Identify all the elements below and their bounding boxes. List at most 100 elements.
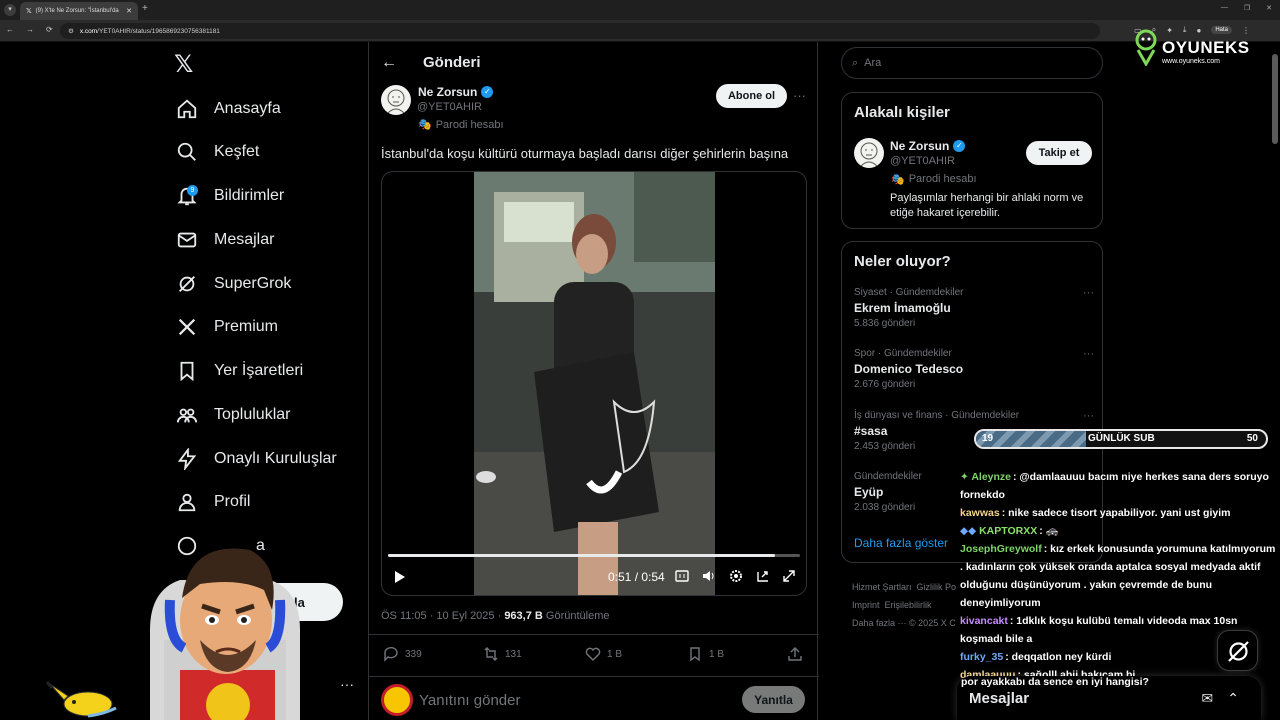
repost-action[interactable]: 131 bbox=[483, 646, 522, 662]
nav-item-bookmarks[interactable]: Yer İşaretleri bbox=[176, 357, 303, 385]
reply-count: 339 bbox=[405, 648, 422, 660]
show-more-link[interactable]: Daha fazla göster bbox=[854, 536, 948, 550]
post-timestamp[interactable]: ÖS 11:05 · 10 Eyl 2025 · bbox=[381, 610, 504, 622]
post-actions: 339 131 1 B 1 B bbox=[383, 646, 803, 666]
new-message-icon[interactable]: ✉ bbox=[1202, 690, 1214, 707]
footer-copyright: © 2025 X C bbox=[909, 618, 956, 628]
bookmark-action[interactable]: 1 B bbox=[687, 646, 724, 662]
follow-button[interactable]: Takip et bbox=[1026, 141, 1092, 165]
search-icon: ⌕ bbox=[852, 56, 859, 69]
video-player[interactable]: 0:51 / 0:54 bbox=[381, 171, 807, 596]
related-name[interactable]: Ne Zorsun ✓ bbox=[890, 139, 966, 153]
tab-close-icon[interactable]: ✕ bbox=[126, 7, 132, 15]
nav-label: Bildirimler bbox=[214, 187, 285, 204]
new-tab-button[interactable]: + bbox=[142, 3, 148, 14]
subscribe-button[interactable]: Abone ol bbox=[716, 84, 787, 108]
nav-item-premium[interactable]: Premium bbox=[176, 313, 278, 341]
nav-item-explore[interactable]: Keşfet bbox=[176, 138, 259, 166]
reply-action[interactable]: 339 bbox=[383, 646, 422, 662]
trend-count: 2.676 gönderi bbox=[854, 379, 916, 390]
captions-icon[interactable] bbox=[675, 569, 689, 583]
nav-item-notifications[interactable]: 9 Bildirimler bbox=[176, 182, 284, 210]
back-arrow-icon[interactable]: ← bbox=[381, 54, 397, 72]
nav-item-profile[interactable]: Profil bbox=[176, 488, 250, 516]
share-action[interactable] bbox=[787, 646, 803, 662]
maximize-button[interactable]: ❐ bbox=[1244, 4, 1250, 12]
expand-drawer-icon[interactable]: ⌃ bbox=[1227, 690, 1239, 707]
video-progress-fill bbox=[388, 554, 776, 557]
author-handle[interactable]: @YET0AHIR bbox=[417, 101, 482, 113]
trend-item[interactable]: Spor · Gündemdekiler Domenico Tedesco 2.… bbox=[854, 348, 1094, 390]
chat-user: JosephGreywolf bbox=[960, 543, 1042, 555]
post-more-icon[interactable]: ··· bbox=[793, 88, 806, 103]
footer-link[interactable]: Erişilebilirlik bbox=[885, 600, 932, 610]
trend-more-icon[interactable]: ··· bbox=[1083, 348, 1094, 360]
footer-link[interactable]: Hizmet Şartları bbox=[852, 582, 912, 592]
forward-button[interactable]: → bbox=[26, 25, 34, 34]
chat-overflow-text: por ayakkabı da sence en iyi hangisi? bbox=[961, 676, 1149, 688]
minimize-button[interactable]: — bbox=[1221, 4, 1228, 12]
notification-badge: 9 bbox=[187, 185, 198, 196]
search-icon bbox=[177, 142, 196, 161]
chat-user: furky_35 bbox=[960, 651, 1004, 663]
volume-icon[interactable] bbox=[702, 569, 716, 583]
messages-drawer[interactable]: Mesajlar por ayakkabı da sence en iyi ha… bbox=[957, 676, 1261, 720]
sub-goal-label: GÜNLÜK SUB bbox=[1088, 433, 1155, 444]
author-name[interactable]: Ne Zorsun ✓ bbox=[418, 85, 494, 99]
post-views-label: Görüntüleme bbox=[542, 610, 610, 622]
pip-icon[interactable] bbox=[756, 569, 770, 583]
trend-item[interactable]: Siyaset · Gündemdekiler Ekrem İmamoğlu 5… bbox=[854, 287, 1094, 329]
like-action[interactable]: 1 B bbox=[585, 646, 622, 662]
nav-label: Onaylı Kuruluşlar bbox=[214, 450, 337, 467]
reply-button[interactable]: Yanıtla bbox=[742, 686, 805, 713]
tab-title: (9) X'te Ne Zorsun: "İstanbul'da bbox=[35, 8, 119, 14]
close-window-button[interactable]: ✕ bbox=[1266, 4, 1272, 12]
video-progress-bar[interactable] bbox=[388, 554, 800, 557]
settings-gear-icon[interactable] bbox=[729, 569, 743, 583]
post-view-count: 963,7 B bbox=[504, 610, 543, 622]
page-scrollbar[interactable] bbox=[1272, 44, 1278, 720]
play-icon[interactable] bbox=[392, 570, 406, 584]
oyuneks-mascot-icon bbox=[1135, 29, 1157, 68]
scrollbar-thumb[interactable] bbox=[1272, 54, 1278, 144]
nav-item-supergrok[interactable]: SuperGrok bbox=[176, 270, 291, 298]
account-more-icon[interactable]: ··· bbox=[340, 676, 354, 692]
current-user-avatar[interactable] bbox=[381, 684, 413, 716]
tab-search-button[interactable]: ▾ bbox=[4, 4, 16, 16]
video-controls: 0:51 / 0:54 bbox=[382, 567, 806, 591]
reload-button[interactable]: ⟳ bbox=[46, 25, 53, 34]
trend-more-icon[interactable]: ··· bbox=[1083, 287, 1094, 299]
pikachu-sticker bbox=[45, 681, 117, 718]
browser-tabbar: ▾ 𝕏 (9) X'te Ne Zorsun: "İstanbul'da ✕ +… bbox=[0, 0, 1280, 20]
related-avatar[interactable] bbox=[854, 138, 884, 168]
reply-input[interactable]: Yanıtını gönder bbox=[419, 692, 520, 709]
nav-item-home[interactable]: Anasayfa bbox=[176, 95, 281, 123]
chat-message: JosephGreywolf: kız erkek konusunda yoru… bbox=[960, 540, 1280, 612]
nav-item-messages[interactable]: Mesajlar bbox=[176, 226, 274, 254]
chat-text: : 🚓 bbox=[1039, 525, 1059, 537]
search-placeholder: Ara bbox=[864, 57, 882, 69]
heart-icon bbox=[585, 647, 601, 661]
parody-text: Parodi hesabı bbox=[435, 118, 504, 131]
grok-icon bbox=[1228, 641, 1249, 662]
grok-fab-button[interactable] bbox=[1217, 630, 1258, 671]
author-avatar[interactable] bbox=[381, 85, 411, 115]
related-parody: 🎭 Parodi hesabı bbox=[891, 173, 977, 186]
nav-item-communities[interactable]: Topluluklar bbox=[176, 401, 290, 429]
sketch-face-icon bbox=[860, 142, 878, 167]
footer-link[interactable]: Daha fazla ··· bbox=[852, 618, 907, 628]
site-info-icon[interactable]: ⚙ bbox=[68, 27, 74, 35]
search-input[interactable]: ⌕ Ara bbox=[841, 47, 1103, 79]
browser-tab-active[interactable]: 𝕏 (9) X'te Ne Zorsun: "İstanbul'da ✕ bbox=[20, 2, 138, 20]
x-logo[interactable]: 𝕏 bbox=[174, 52, 200, 78]
url-field[interactable]: ⚙ x.com/YET0AHIR/status/1965869230756381… bbox=[60, 23, 1100, 39]
back-button[interactable]: ← bbox=[6, 25, 14, 34]
footer-link[interactable]: Imprint bbox=[852, 600, 880, 610]
main-column: ← Gönderi Ne Zorsun ✓ @YET0AHIR 🎭 Parodi… bbox=[368, 42, 819, 720]
related-handle[interactable]: @YET0AHIR bbox=[890, 155, 955, 167]
footer-link[interactable]: Gizlilik Po bbox=[917, 582, 957, 592]
fullscreen-icon[interactable] bbox=[782, 569, 796, 583]
nav-label: Yer İşaretleri bbox=[214, 362, 304, 379]
nav-item-verified-orgs[interactable]: Onaylı Kuruluşlar bbox=[176, 445, 337, 473]
trend-more-icon[interactable]: ··· bbox=[1083, 410, 1094, 422]
